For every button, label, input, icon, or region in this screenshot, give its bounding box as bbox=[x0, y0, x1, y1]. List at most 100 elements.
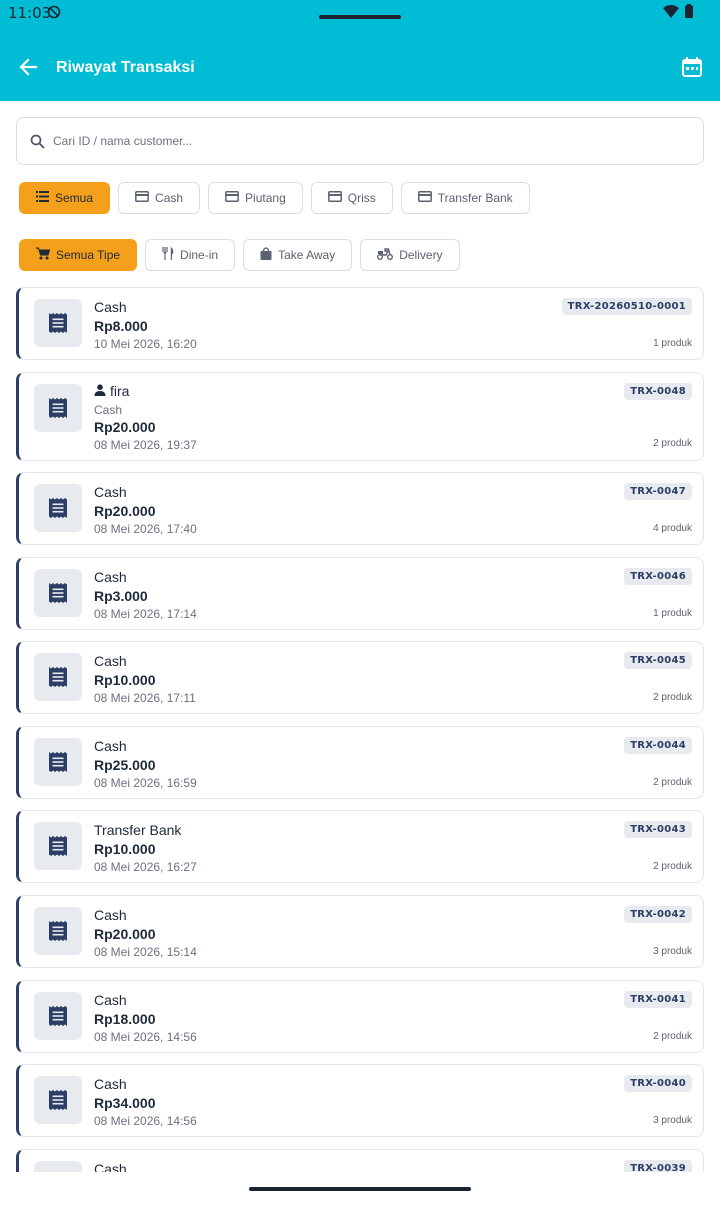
calendar-icon[interactable] bbox=[681, 56, 703, 83]
transaction-card[interactable]: fira Cash Rp20.000 08 Mei 2026, 19:37 TR… bbox=[16, 372, 704, 461]
payment-method: Cash bbox=[94, 484, 127, 500]
list-icon bbox=[36, 191, 49, 205]
search-icon bbox=[30, 134, 45, 154]
transaction-amount: Rp20.000 bbox=[94, 419, 156, 435]
type-filter-row: Semua Tipe Dine-in Take Away Delivery bbox=[19, 239, 460, 271]
receipt-icon bbox=[34, 907, 82, 955]
payment-method: Cash bbox=[94, 299, 127, 315]
bag-icon bbox=[260, 247, 272, 263]
page-title: Riwayat Transaksi bbox=[56, 59, 195, 76]
filter-label: Delivery bbox=[399, 248, 443, 262]
payment-method: Cash bbox=[94, 992, 127, 1008]
filter-piutang[interactable]: Piutang bbox=[208, 182, 303, 214]
scooter-icon bbox=[377, 247, 394, 263]
payment-method: Cash bbox=[94, 653, 127, 669]
product-count: 2 produk bbox=[653, 692, 692, 703]
transaction-card[interactable]: Cash Rp8.000 10 Mei 2026, 16:20 TRX-2026… bbox=[16, 287, 704, 360]
filter-qriss[interactable]: Qriss bbox=[310, 182, 393, 214]
payment-method: Cash bbox=[94, 1161, 127, 1172]
transaction-amount: Rp20.000 bbox=[94, 503, 156, 519]
receipt-icon bbox=[34, 384, 82, 432]
transaction-amount: Rp8.000 bbox=[94, 318, 148, 334]
transaction-amount: Rp10.000 bbox=[94, 841, 156, 857]
product-count: 3 produk bbox=[653, 1115, 692, 1126]
payment-filter-row: Semua Cash Piutang Qriss Transfer Bank bbox=[19, 182, 530, 214]
transaction-id-badge: TRX-0048 bbox=[624, 383, 692, 400]
search-field[interactable] bbox=[16, 117, 704, 165]
transaction-card[interactable]: Cash Rp20.000 08 Mei 2026, 15:14 TRX-004… bbox=[16, 895, 704, 968]
transaction-date: 08 Mei 2026, 19:37 bbox=[94, 438, 197, 452]
transaction-amount: Rp25.000 bbox=[94, 757, 156, 773]
transaction-date: 08 Mei 2026, 17:14 bbox=[94, 607, 197, 621]
customer-name: fira bbox=[94, 383, 129, 399]
transaction-amount: Rp34.000 bbox=[94, 1095, 156, 1111]
transaction-list[interactable]: Cash Rp8.000 10 Mei 2026, 16:20 TRX-2026… bbox=[16, 287, 704, 1172]
filter-label: Semua bbox=[55, 191, 94, 205]
status-time: 11:03 bbox=[8, 4, 52, 22]
product-count: 2 produk bbox=[653, 861, 692, 872]
transaction-id-badge: TRX-0040 bbox=[624, 1075, 692, 1092]
filter-take-away[interactable]: Take Away bbox=[243, 239, 353, 271]
receipt-icon bbox=[34, 569, 82, 617]
receipt-icon bbox=[34, 738, 82, 786]
payment-method: Cash bbox=[94, 569, 127, 585]
transaction-id-badge: TRX-20260510-0001 bbox=[561, 298, 692, 315]
filter-delivery[interactable]: Delivery bbox=[360, 239, 460, 271]
transaction-id-badge: TRX-0043 bbox=[624, 821, 692, 838]
product-count: 4 produk bbox=[653, 523, 692, 534]
transaction-date: 08 Mei 2026, 16:27 bbox=[94, 860, 197, 874]
transaction-date: 08 Mei 2026, 16:59 bbox=[94, 776, 197, 790]
transaction-amount: Rp20.000 bbox=[94, 926, 156, 942]
payment-method: Transfer Bank bbox=[94, 822, 182, 838]
transaction-date: 08 Mei 2026, 17:11 bbox=[94, 691, 196, 705]
transaction-id-badge: TRX-0044 bbox=[624, 737, 692, 754]
filter-label: Piutang bbox=[245, 191, 286, 205]
transaction-card[interactable]: Cash Rp3.000 08 Mei 2026, 17:14 TRX-0046… bbox=[16, 557, 704, 630]
product-count: 1 produk bbox=[653, 338, 692, 349]
product-count: 1 produk bbox=[653, 608, 692, 619]
cutlery-icon bbox=[162, 247, 174, 263]
product-count: 2 produk bbox=[653, 1031, 692, 1042]
receipt-icon bbox=[34, 299, 82, 347]
filter-cash[interactable]: Cash bbox=[118, 182, 201, 214]
card-icon bbox=[417, 191, 432, 205]
product-count: 2 produk bbox=[653, 438, 692, 449]
transaction-card[interactable]: Transfer Bank Rp10.000 08 Mei 2026, 16:2… bbox=[16, 810, 704, 883]
transaction-amount: Rp3.000 bbox=[94, 588, 148, 604]
transaction-date: 08 Mei 2026, 14:56 bbox=[94, 1030, 197, 1044]
transaction-amount: Rp18.000 bbox=[94, 1011, 156, 1027]
transaction-date: 08 Mei 2026, 15:14 bbox=[94, 945, 197, 959]
app-bar: Riwayat Transaksi bbox=[0, 26, 720, 101]
cart-icon bbox=[36, 247, 51, 263]
transaction-date: 08 Mei 2026, 14:56 bbox=[94, 1114, 197, 1128]
receipt-icon bbox=[34, 992, 82, 1040]
transaction-id-badge: TRX-0039 bbox=[624, 1160, 692, 1172]
product-count: 2 produk bbox=[653, 777, 692, 788]
filter-dine-in[interactable]: Dine-in bbox=[145, 239, 236, 271]
nav-gesture-handle[interactable] bbox=[249, 1187, 471, 1191]
battery-icon bbox=[685, 4, 693, 23]
wifi-icon bbox=[663, 5, 679, 23]
transaction-id-badge: TRX-0047 bbox=[624, 483, 692, 500]
transaction-id-badge: TRX-0045 bbox=[624, 652, 692, 669]
customer-label: fira bbox=[110, 383, 130, 399]
transaction-card[interactable]: Cash Rp10.000 08 Mei 2026, 17:11 TRX-004… bbox=[16, 641, 704, 714]
transaction-card[interactable]: Cash Rp34.000 08 Mei 2026, 14:56 TRX-004… bbox=[16, 1064, 704, 1137]
receipt-icon bbox=[34, 484, 82, 532]
card-icon bbox=[225, 191, 239, 205]
transaction-card[interactable]: Cash Rp18.000 08 Mei 2026, 14:56 TRX-004… bbox=[16, 980, 704, 1053]
transaction-id-badge: TRX-0046 bbox=[624, 568, 692, 585]
payment-method: Cash bbox=[94, 1076, 127, 1092]
transaction-card[interactable]: Cash Rp20.000 08 Mei 2026, 17:40 TRX-004… bbox=[16, 472, 704, 545]
filter-semua-tipe[interactable]: Semua Tipe bbox=[19, 239, 138, 271]
filter-semua[interactable]: Semua bbox=[19, 182, 111, 214]
transaction-card[interactable]: Cash TRX-0039 bbox=[16, 1149, 704, 1172]
filter-label: Take Away bbox=[278, 248, 336, 262]
status-bar: 11:03 bbox=[0, 0, 720, 26]
filter-transfer-bank[interactable]: Transfer Bank bbox=[400, 182, 530, 214]
arrow-back-icon[interactable] bbox=[18, 57, 38, 82]
filter-label: Qriss bbox=[347, 191, 376, 205]
transaction-date: 08 Mei 2026, 17:40 bbox=[94, 522, 197, 536]
transaction-card[interactable]: Cash Rp25.000 08 Mei 2026, 16:59 TRX-004… bbox=[16, 726, 704, 799]
search-input[interactable] bbox=[53, 130, 683, 152]
